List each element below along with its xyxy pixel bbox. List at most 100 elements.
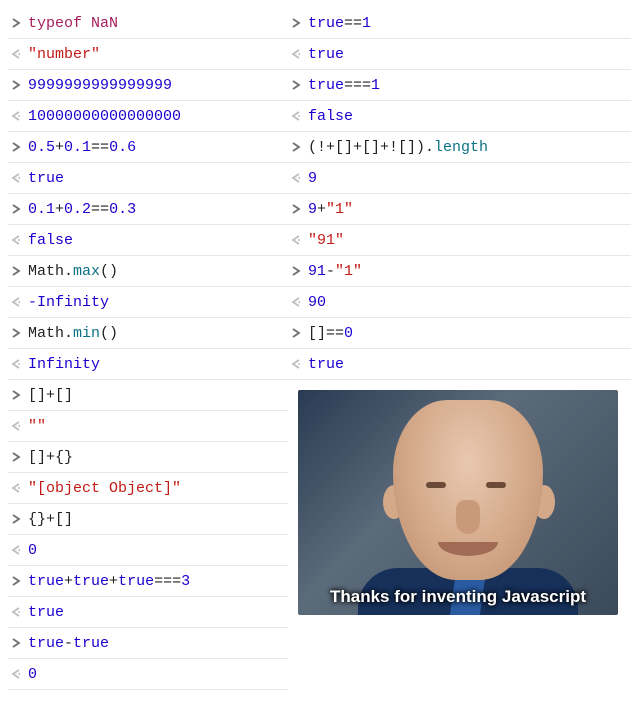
console-input-line: 0.5+0.1==0.6 [8,132,288,163]
console-output-line: "91" [288,225,631,256]
console-columns: typeof NaN "number" 9999999999999999 100000… [8,8,631,690]
console-output-line: "" [8,411,288,442]
console-output-value: "number" [24,46,100,63]
console-input-line: 9+"1" [288,194,631,225]
console-output-value: true [304,46,344,63]
prompt-chevron-icon [8,18,24,28]
console-output-line: true [8,597,288,628]
console-input-code: {}+[] [24,511,73,528]
prompt-chevron-icon [288,204,304,214]
result-chevron-icon [8,483,24,493]
console-output-value: false [24,232,73,249]
result-chevron-icon [288,297,304,307]
console-input-line: 0.1+0.2==0.3 [8,194,288,225]
console-output-value: 9 [304,170,317,187]
console-output-value: false [304,108,353,125]
console-output-value: true [24,604,64,621]
result-chevron-icon [8,49,24,59]
prompt-chevron-icon [8,390,24,400]
console-output-line: "number" [8,39,288,70]
console-input-line: Math.max() [8,256,288,287]
prompt-chevron-icon [8,142,24,152]
console-input-code: []+{} [24,449,73,466]
prompt-chevron-icon [288,142,304,152]
result-chevron-icon [8,359,24,369]
console-input-code: true===1 [304,77,380,94]
console-output-line: true [288,39,631,70]
prompt-chevron-icon [8,514,24,524]
result-chevron-icon [288,111,304,121]
console-output-value: "[object Object]" [24,480,181,497]
console-input-line: []==0 [288,318,631,349]
console-input-code: []==0 [304,325,353,342]
console-input-code: true-true [24,635,109,652]
console-output-line: 0 [8,535,288,566]
prompt-chevron-icon [288,18,304,28]
console-input-code: Math.max() [24,263,118,280]
console-output-value: "" [24,418,46,435]
prompt-chevron-icon [8,204,24,214]
result-chevron-icon [8,669,24,679]
prompt-chevron-icon [8,328,24,338]
console-output-value: 0 [24,542,37,559]
console-output-value: Infinity [24,356,100,373]
console-input-code: typeof NaN [24,15,118,32]
console-output-line: Infinity [8,349,288,380]
prompt-chevron-icon [288,266,304,276]
console-output-value: true [24,170,64,187]
prompt-chevron-icon [8,80,24,90]
result-chevron-icon [8,111,24,121]
console-output-line: false [288,101,631,132]
result-chevron-icon [288,173,304,183]
console-output-value: "91" [304,232,344,249]
console-input-code: 9+"1" [304,201,353,218]
result-chevron-icon [8,545,24,555]
prompt-chevron-icon [8,576,24,586]
result-chevron-icon [288,235,304,245]
console-input-code: 9999999999999999 [24,77,172,94]
console-input-line: []+[] [8,380,288,411]
console-input-line: Math.min() [8,318,288,349]
console-output-line: "[object Object]" [8,473,288,504]
console-output-line: 10000000000000000 [8,101,288,132]
console-input-code: true+true+true===3 [24,573,190,590]
console-output-value: 0 [24,666,37,683]
console-input-code: (!+[]+[]+![]).length [304,139,488,156]
prompt-chevron-icon [8,266,24,276]
console-input-code: Math.min() [24,325,118,342]
result-chevron-icon [8,607,24,617]
prompt-chevron-icon [8,452,24,462]
console-input-line: true===1 [288,70,631,101]
console-input-line: (!+[]+[]+![]).length [288,132,631,163]
console-input-line: true-true [8,628,288,659]
prompt-chevron-icon [288,80,304,90]
console-input-line: {}+[] [8,504,288,535]
console-input-line: true==1 [288,8,631,39]
result-chevron-icon [8,173,24,183]
result-chevron-icon [8,235,24,245]
prompt-chevron-icon [8,638,24,648]
console-input-line: []+{} [8,442,288,473]
console-input-line: 91-"1" [288,256,631,287]
console-input-line: 9999999999999999 [8,70,288,101]
console-input-code: 0.5+0.1==0.6 [24,139,136,156]
console-output-line: 0 [8,659,288,690]
console-output-line: true [288,349,631,380]
meme-photo: Thanks for inventing Javascript [298,390,618,615]
console-output-value: true [304,356,344,373]
console-input-code: 0.1+0.2==0.3 [24,201,136,218]
console-output-value: 90 [304,294,326,311]
result-chevron-icon [8,421,24,431]
console-input-code: true==1 [304,15,371,32]
console-column-right: true==1 true true===1 false (!+[]+[]+![]).le… [288,8,631,690]
console-input-line: true+true+true===3 [8,566,288,597]
console-output-line: -Infinity [8,287,288,318]
result-chevron-icon [288,49,304,59]
console-output-value: -Infinity [24,294,109,311]
result-chevron-icon [8,297,24,307]
prompt-chevron-icon [288,328,304,338]
console-output-value: 10000000000000000 [24,108,181,125]
console-input-line: typeof NaN [8,8,288,39]
meme-caption: Thanks for inventing Javascript [298,587,618,607]
console-input-code: 91-"1" [304,263,362,280]
